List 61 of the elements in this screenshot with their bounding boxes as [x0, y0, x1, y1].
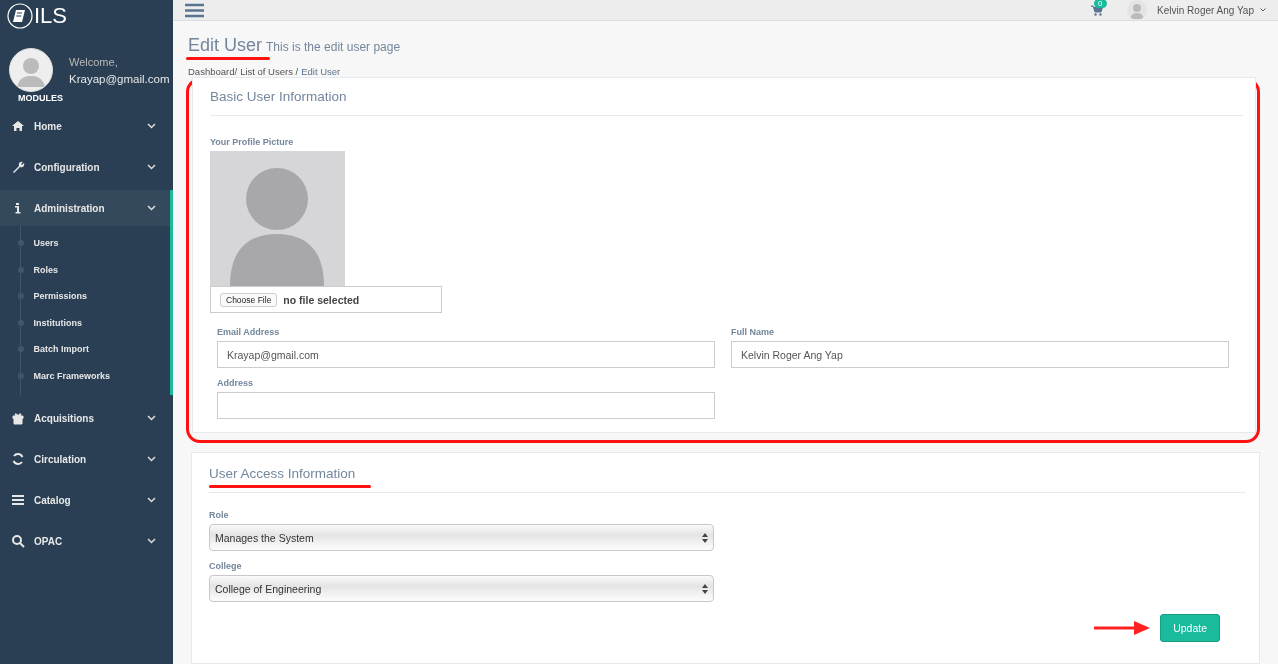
- caret-icon: [1260, 8, 1266, 12]
- menu-item[interactable]: OPAC: [0, 523, 173, 559]
- field-label: Full Name: [731, 327, 775, 337]
- menu-item[interactable]: Acquisitions: [0, 400, 173, 436]
- menu-item[interactable]: Home: [0, 108, 173, 144]
- wrench-icon: [11, 160, 25, 174]
- submenu-item[interactable]: Users: [33, 238, 59, 249]
- field-label: College: [209, 561, 243, 571]
- book-logo-icon: [7, 3, 33, 29]
- breadcrumb-link[interactable]: List of Users /: [240, 66, 299, 77]
- breadcrumb-link[interactable]: Dashboard/: [188, 66, 238, 77]
- field-label: Email Address: [217, 327, 281, 337]
- welcome-text: Welcome,: [69, 55, 119, 68]
- app-logo-text: ILS: [34, 3, 68, 29]
- chevron-icon: [147, 164, 156, 170]
- gift-icon: [11, 411, 25, 425]
- card-title: Basic User Information: [210, 89, 347, 104]
- submenu-item[interactable]: Permissions: [33, 291, 88, 302]
- bars-icon: [11, 493, 25, 507]
- field-label: Address: [217, 378, 254, 388]
- input-field[interactable]: Krayap@gmail.com: [217, 341, 715, 368]
- updown-icon: [702, 583, 708, 594]
- submenu-item[interactable]: Institutions: [33, 317, 82, 328]
- input-field[interactable]: Kelvin Roger Ang Yap: [731, 341, 1229, 368]
- annotation-arrow: [1094, 621, 1151, 635]
- cart-icon[interactable]: [1091, 4, 1104, 16]
- menu-item[interactable]: Circulation: [0, 441, 173, 477]
- file-input-field[interactable]: Choose File no file selected: [210, 286, 442, 313]
- file-status-text: no file selected: [283, 293, 360, 306]
- user-menu[interactable]: Kelvin Roger Ang Yap: [1157, 4, 1254, 16]
- page-title: Edit User: [188, 35, 263, 56]
- home-icon: [11, 119, 25, 133]
- chevron-icon: [147, 415, 156, 421]
- section-heading: MODULES: [17, 93, 64, 103]
- choose-file-button[interactable]: Choose File: [220, 292, 278, 307]
- search-icon: [11, 534, 25, 548]
- menu-item[interactable]: Administration: [0, 190, 173, 226]
- submenu-item[interactable]: Roles: [33, 264, 58, 275]
- card-title: User Access Information: [209, 466, 356, 481]
- menu-item[interactable]: Catalog: [0, 482, 173, 518]
- breadcrumb-link[interactable]: Edit User: [301, 66, 341, 77]
- submenu-item[interactable]: Marc Frameworks: [33, 370, 111, 381]
- updown-icon: [702, 532, 708, 543]
- chevron-icon: [147, 497, 156, 503]
- field-label: Your Profile Picture: [210, 137, 295, 147]
- select-field[interactable]: College of Engineering: [209, 575, 714, 602]
- refresh-icon: [11, 452, 25, 466]
- menu-icon[interactable]: [185, 2, 204, 18]
- select-field[interactable]: Manages the System: [209, 524, 714, 551]
- avatar: [9, 48, 53, 92]
- chevron-icon: [147, 205, 156, 211]
- chevron-icon: [147, 123, 156, 129]
- cart-count-badge: 0: [1094, 0, 1107, 8]
- chevron-icon: [147, 538, 156, 544]
- submenu-item[interactable]: Batch Import: [33, 344, 89, 355]
- user-email: Krayap@gmail.com: [69, 72, 170, 85]
- menu-item[interactable]: Configuration: [0, 149, 173, 185]
- page-subtitle: This is the edit user page: [266, 40, 401, 54]
- chevron-icon: [147, 456, 156, 462]
- field-label: Role: [209, 510, 230, 520]
- input-field[interactable]: [217, 392, 715, 419]
